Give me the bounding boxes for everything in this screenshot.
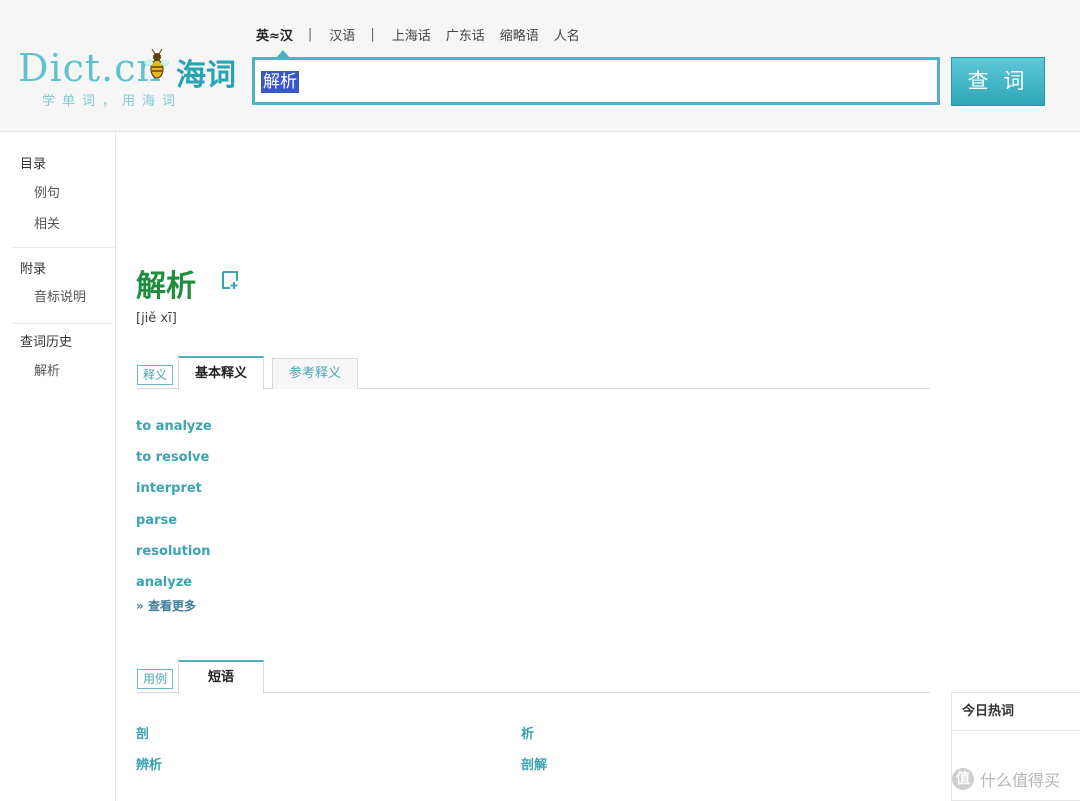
nav-item-chinese[interactable]: 汉语 (329, 25, 355, 44)
tab-reference-definition[interactable]: 参考释义 (272, 358, 358, 389)
phrase-item[interactable]: 剖 (136, 723, 149, 742)
sidebar-heading-history: 查词历史 (20, 335, 73, 350)
entry-content: 解析 [jiě xī] 释义 基本释义 参考释义 to analyze to r… (136, 132, 930, 801)
bee-mascot-icon (144, 48, 170, 79)
entry-pinyin: [jiě xī] (136, 311, 177, 326)
header: Dict.cn 海词 学单词，用海词 英≈汉 | 汉语 | 上海话 广东话 缩略… (0, 0, 1080, 132)
nav-item-shanghainese[interactable]: 上海话 (392, 25, 431, 44)
hot-words-title: 今日热词 (952, 693, 1080, 731)
definition-item[interactable]: to analyze (136, 419, 212, 434)
sidebar-group-appendix: 附录 音标说明 (12, 250, 116, 324)
search-input-value[interactable]: 解析 (261, 68, 299, 96)
watermark-logo-icon: 值 (952, 768, 974, 790)
definition-item[interactable]: interpret (136, 481, 202, 496)
definition-section-label: 释义 (137, 365, 173, 385)
definition-item[interactable]: analyze (136, 575, 192, 590)
sidebar: 目录 例句 相关 附录 音标说明 查词历史 解析 (0, 132, 116, 801)
nav-item-names[interactable]: 人名 (554, 25, 580, 44)
sidebar-item-related[interactable]: 相关 (34, 213, 60, 232)
search-input[interactable]: 解析 (252, 57, 940, 105)
watermark-text: 什么值得买 (980, 771, 1061, 790)
sidebar-group-history: 查词历史 解析 (12, 326, 116, 386)
logo-slogan: 学单词，用海词 (42, 94, 183, 109)
definition-tabbar: 释义 基本释义 参考释义 (136, 356, 930, 390)
show-more-label: 查看更多 (147, 599, 196, 613)
dictionary-type-nav: 英≈汉 | 汉语 | 上海话 广东话 缩略语 人名 (256, 24, 595, 44)
sidebar-heading-contents[interactable]: 目录 (20, 153, 46, 172)
phrase-item[interactable]: 剖解 (521, 754, 547, 773)
definition-item[interactable]: parse (136, 513, 177, 528)
search-selected-text: 解析 (261, 71, 299, 93)
sidebar-group-contents: 目录 例句 相关 (12, 146, 116, 248)
phrase-item[interactable]: 析 (521, 723, 534, 742)
definition-item[interactable]: to resolve (136, 450, 209, 465)
watermark: 值 什么值得买 (952, 766, 1060, 792)
tab-basic-definition[interactable]: 基本释义 (178, 356, 264, 390)
tab-phrases[interactable]: 短语 (178, 660, 264, 694)
nav-separator: | (370, 26, 375, 42)
nav-item-cantonese[interactable]: 广东话 (446, 25, 485, 44)
usage-section-label: 用例 (137, 669, 173, 689)
entry-word: 解析 (136, 269, 196, 304)
sidebar-heading-appendix[interactable]: 附录 (20, 258, 46, 277)
logo-chinese: 海词 (176, 58, 236, 93)
sidebar-item-history-word[interactable]: 解析 (34, 360, 60, 379)
nav-separator: | (307, 26, 313, 42)
chevron-double-down-icon: » (136, 599, 144, 613)
sidebar-item-phonetic-notes[interactable]: 音标说明 (34, 286, 86, 305)
site-logo[interactable]: Dict.cn 海词 学单词，用海词 (18, 46, 243, 112)
nav-item-abbreviations[interactable]: 缩略语 (500, 25, 539, 44)
usage-tabbar: 用例 短语 (136, 660, 930, 694)
definition-item[interactable]: resolution (136, 544, 210, 559)
phrase-item[interactable]: 辨析 (136, 754, 162, 773)
search-button[interactable]: 查 词 (951, 57, 1045, 106)
show-more-link[interactable]: » 查看更多 (136, 597, 196, 614)
logo-wordmark: Dict.cn (18, 46, 163, 90)
add-note-icon[interactable] (220, 270, 240, 290)
nav-item-en-cn[interactable]: 英≈汉 (256, 25, 293, 44)
sidebar-item-examples[interactable]: 例句 (34, 182, 60, 201)
